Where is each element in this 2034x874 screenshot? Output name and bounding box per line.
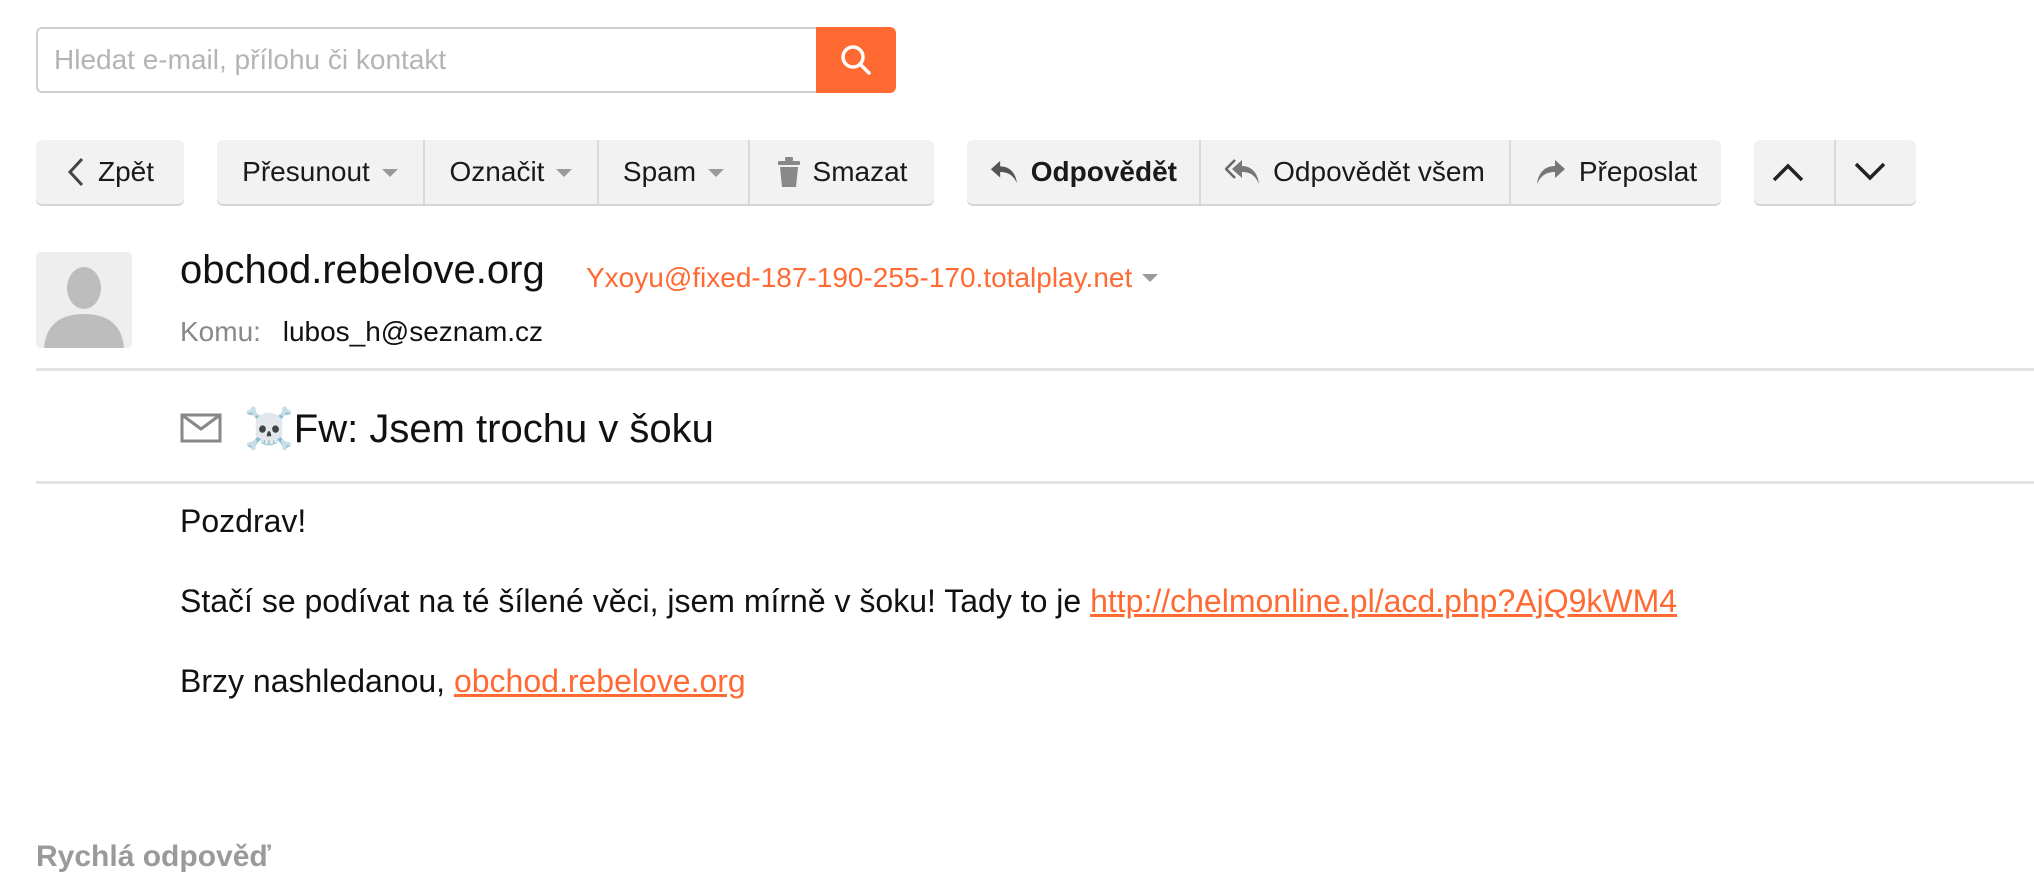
forward-icon — [1536, 160, 1565, 184]
back-button[interactable]: Zpět — [36, 140, 184, 204]
reply-label: Odpovědět — [1030, 156, 1177, 187]
mark-button[interactable]: Označit — [423, 140, 597, 204]
search-input[interactable] — [36, 27, 817, 93]
caret-down-icon — [556, 169, 573, 177]
to-label: Komu: — [180, 316, 261, 347]
move-button[interactable]: Přesunout — [217, 140, 423, 204]
search-icon — [841, 45, 871, 75]
next-message-button[interactable] — [1834, 140, 1916, 204]
reply-all-icon — [1225, 159, 1260, 184]
body-text: Stačí se podívat na té šílené věci, jsem… — [180, 583, 1091, 619]
spam-label: Spam — [622, 156, 697, 187]
reply-all-label: Odpovědět všem — [1273, 156, 1485, 187]
mark-label: Označit — [449, 156, 545, 187]
action-group: Přesunout Označit Spam Smazat — [217, 140, 934, 204]
body-line: Stačí se podívat na té šílené věci, jsem… — [180, 580, 1677, 622]
chevron-up-icon — [1772, 163, 1804, 182]
divider — [36, 481, 2034, 484]
search-bar — [36, 27, 896, 93]
sender-email[interactable]: Yxoyu@fixed-187-190-255-170.totalplay.ne… — [586, 262, 1159, 294]
reply-icon — [990, 160, 1017, 184]
move-label: Přesunout — [242, 156, 370, 187]
message-body: Pozdrav! Stačí se podívat na té šílené v… — [180, 500, 1677, 740]
subject: ☠️Fw: Jsem trochu v šoku — [244, 406, 714, 451]
back-group: Zpět — [36, 140, 184, 204]
spam-button[interactable]: Spam — [597, 140, 748, 204]
subject-row: ☠️Fw: Jsem trochu v šoku — [180, 400, 714, 456]
recipient-row: Komu: lubos_h@seznam.cz — [180, 316, 543, 348]
previous-message-button[interactable] — [1754, 140, 1834, 204]
signature-text: Brzy nashledanou, — [180, 663, 454, 699]
reply-all-button[interactable]: Odpovědět všem — [1199, 140, 1509, 204]
search-button[interactable] — [816, 27, 896, 93]
caret-down-icon — [1142, 274, 1159, 282]
body-link[interactable]: http://chelmonline.pl/acd.php?AjQ9kWM4 — [1090, 583, 1677, 619]
sender-name[interactable]: obchod.rebelove.org — [180, 248, 545, 293]
delete-button[interactable]: Smazat — [748, 140, 934, 204]
recipient-email[interactable]: lubos_h@seznam.cz — [283, 316, 543, 347]
forward-button[interactable]: Přeposlat — [1509, 140, 1721, 204]
back-label: Zpět — [97, 156, 155, 187]
reply-group: Odpovědět Odpovědět všem Přeposlat — [967, 140, 1721, 204]
chevron-down-icon — [1854, 162, 1886, 181]
chevron-left-icon — [67, 157, 84, 187]
envelope-icon — [180, 413, 222, 443]
navigation-group — [1754, 140, 1916, 204]
divider — [36, 368, 2034, 371]
greeting-line: Pozdrav! — [180, 503, 307, 539]
sender-email-text: Yxoyu@fixed-187-190-255-170.totalplay.ne… — [586, 262, 1133, 293]
delete-label: Smazat — [812, 156, 908, 187]
user-silhouette-icon — [44, 267, 124, 348]
reply-button[interactable]: Odpovědět — [967, 140, 1199, 204]
quick-reply-heading: Rychlá odpověď — [36, 840, 271, 873]
trash-icon — [777, 157, 800, 187]
caret-down-icon — [708, 169, 725, 177]
signature-link[interactable]: obchod.rebelove.org — [454, 663, 746, 699]
caret-down-icon — [381, 169, 398, 177]
forward-label: Přeposlat — [1578, 156, 1698, 187]
avatar — [36, 252, 132, 348]
signature-line: Brzy nashledanou, obchod.rebelove.org — [180, 660, 1677, 702]
